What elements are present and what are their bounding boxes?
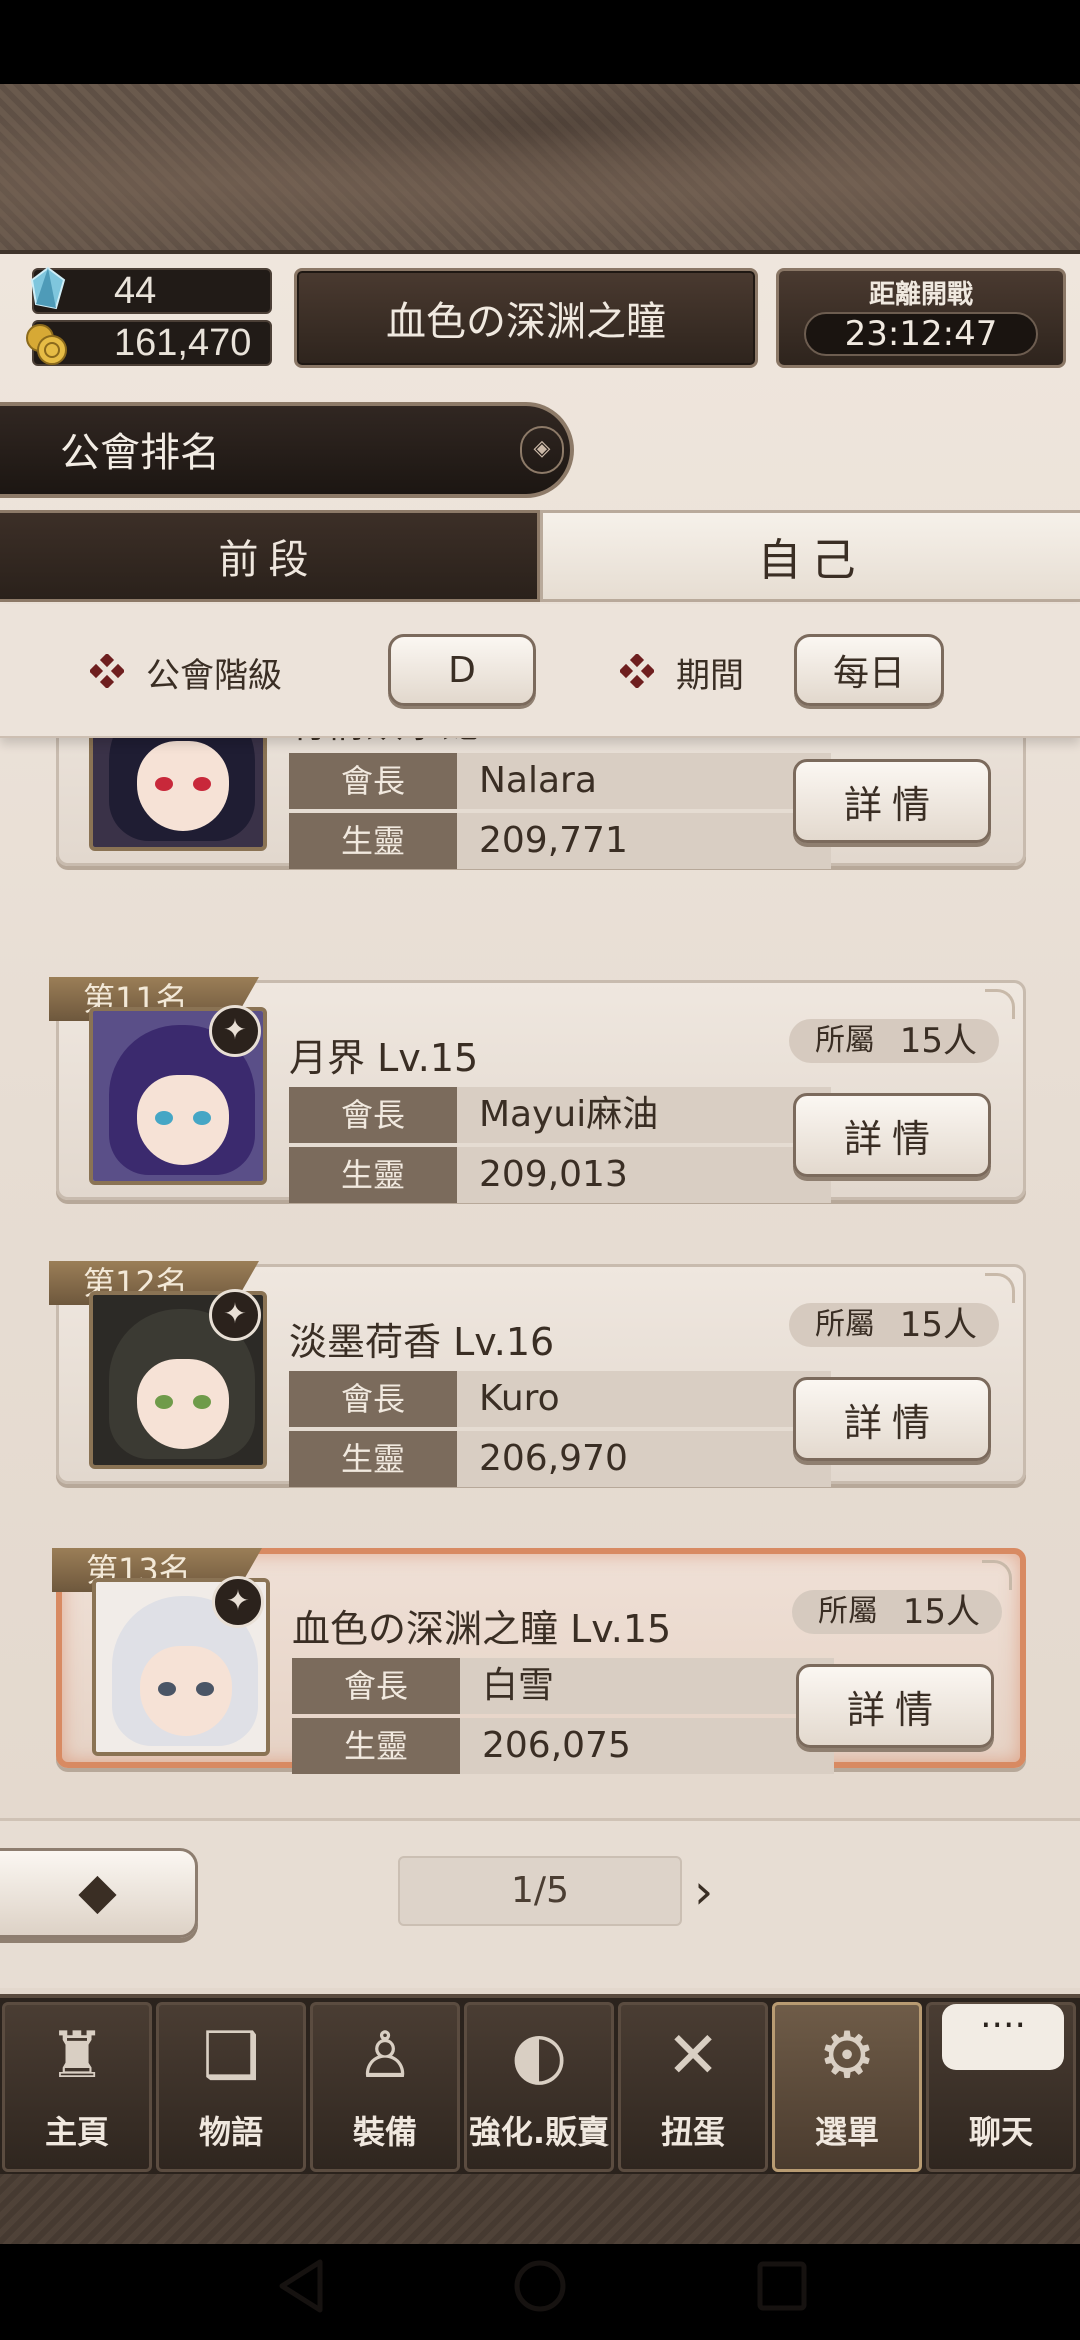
member-count-badge: 所屬 15人: [789, 1019, 999, 1063]
leader-label: 會長: [289, 1087, 457, 1143]
gem-icon: [30, 266, 66, 310]
guild-card: ✦ 有情飲水飽 Lv.16 所屬 15人 會長 Nalara 生靈 209,77…: [56, 738, 1026, 869]
mask-icon: ◐: [511, 2019, 567, 2093]
next-page-button[interactable]: ›: [694, 1864, 713, 1920]
guild-card: 第13名 ✦ 血色の深渊之瞳 Lv.15 所屬 15人 會長 白雪 生靈 206…: [52, 1548, 1026, 1774]
details-button[interactable]: 詳情: [793, 759, 991, 843]
corner-ornament: [982, 1560, 1012, 1590]
nav-item-label: 強化.販賣: [468, 2113, 610, 2151]
tab-own-ranking[interactable]: 自己: [540, 510, 1080, 602]
spirit-label: 生靈: [289, 1431, 457, 1487]
nav-item[interactable]: ♙ 裝備: [310, 2002, 460, 2172]
leader-label: 會長: [289, 1371, 457, 1427]
nav-item-label: 聊天: [968, 2113, 1033, 2151]
shield-icon: ✦: [209, 1289, 261, 1341]
leader-name: Mayui麻油: [457, 1087, 831, 1143]
diamond-bullet-icon: [620, 654, 654, 688]
hammer-icon: ✦: [212, 1576, 264, 1628]
period-select[interactable]: 每日: [794, 634, 944, 706]
own-guild-name: 血色の深渊之瞳: [386, 299, 666, 345]
member-count: 15人: [902, 1592, 980, 1632]
guild-name: 月界 Lv.15: [289, 1036, 479, 1080]
nav-item[interactable]: ❑ 物語: [156, 2002, 306, 2172]
spirit-value: 206,970: [457, 1431, 831, 1487]
gem-counter: 44: [32, 268, 272, 314]
nav-item[interactable]: ✕ 扭蛋: [618, 2002, 768, 2172]
members-label: 所屬: [818, 1594, 878, 1629]
castle-icon: ♜: [48, 2019, 106, 2093]
guild-card: 第11名 ✦ 月界 Lv.15 所屬 15人 會長 Mayui麻油 生靈 209…: [49, 977, 1026, 1203]
guild-name: 有情飲水飽 Lv.16: [289, 738, 592, 748]
members-label: 所屬: [815, 1307, 875, 1342]
gem-count: 44: [114, 270, 157, 312]
page-indicator: 1/5: [398, 1856, 682, 1926]
details-button[interactable]: 詳情: [793, 1093, 991, 1177]
nav-item-label: 扭蛋: [660, 2113, 725, 2151]
guild-card: 第12名 ✦ 淡墨荷香 Lv.16 所屬 15人 會長 Kuro 生靈 206,…: [49, 1261, 1026, 1487]
members-label: 所屬: [815, 1023, 875, 1058]
book-icon: ❑: [202, 2019, 260, 2093]
guild-name: 血色の深渊之瞳 Lv.15: [292, 1607, 672, 1651]
tab-top-ranking-label: 前段: [218, 537, 319, 583]
details-button[interactable]: 詳情: [796, 1664, 994, 1748]
nav-item-label: 主頁: [44, 2113, 109, 2151]
section-toggle-icon[interactable]: ◈: [520, 426, 564, 474]
battle-countdown-label: 距離開戰: [868, 280, 973, 310]
sword-icon: ✦: [209, 1005, 261, 1057]
status-bar: [0, 0, 1080, 84]
guild-ranking-list[interactable]: ✦ 有情飲水飽 Lv.16 所屬 15人 會長 Nalara 生靈 209,77…: [0, 738, 1080, 1818]
leader-name: 白雪: [460, 1658, 834, 1714]
period-value: 每日: [832, 653, 905, 694]
guild-name: 淡墨荷香 Lv.16: [289, 1320, 555, 1364]
coin-icon: [26, 324, 67, 365]
period-label: 期間: [676, 656, 744, 696]
guild-leader-avatar: [89, 738, 267, 851]
gears-icon: ⚙: [818, 2019, 876, 2093]
leader-name: Kuro: [457, 1371, 831, 1427]
spirit-label: 生靈: [292, 1718, 460, 1774]
prev-page-button[interactable]: ◆: [0, 1848, 198, 1938]
member-count: 15人: [899, 1305, 977, 1345]
recents-icon[interactable]: [756, 2260, 808, 2312]
member-count-badge: 所屬 15人: [789, 1303, 999, 1347]
own-guild-name-button[interactable]: 血色の深渊之瞳: [294, 268, 758, 368]
member-count: 15人: [899, 1021, 977, 1061]
tab-own-ranking-label: 自己: [757, 535, 866, 586]
nav-item-label: 物語: [198, 2113, 263, 2151]
guild-rank-value: D: [448, 649, 476, 691]
tab-top-ranking[interactable]: 前段: [0, 510, 540, 602]
spirit-value: 206,075: [460, 1718, 834, 1774]
crossed-swords-icon: ✕: [666, 2019, 720, 2093]
nav-item-label: 選單: [814, 2113, 879, 2151]
battle-countdown-timer: 23:12:47: [804, 312, 1038, 356]
spirit-value: 209,771: [457, 813, 831, 869]
guild-rank-select[interactable]: D: [388, 634, 536, 706]
member-count-badge: 所屬 15人: [792, 1590, 1002, 1634]
section-title: 公會排名: [60, 430, 220, 476]
diamond-bullet-icon: [90, 654, 124, 688]
nav-item[interactable]: ◐ 強化.販賣: [464, 2002, 614, 2172]
system-nav-bar: [0, 2184, 1080, 2340]
details-button[interactable]: 詳情: [793, 1377, 991, 1461]
corner-ornament: [985, 989, 1015, 1019]
leader-name: Nalara: [457, 753, 831, 809]
chat-bubble-icon: ····: [942, 2004, 1064, 2070]
nav-item[interactable]: ⚙ 選單: [772, 2002, 922, 2172]
nav-item-label: 裝備: [352, 2113, 417, 2151]
leader-label: 會長: [292, 1658, 460, 1714]
leader-label: 會長: [289, 753, 457, 809]
nav-item[interactable]: ♜ 主頁: [2, 2002, 152, 2172]
guild-rank-label: 公會階級: [146, 656, 282, 696]
back-icon[interactable]: [276, 2258, 326, 2314]
puppet-icon: ♙: [356, 2019, 414, 2093]
corner-ornament: [985, 1273, 1015, 1303]
home-icon[interactable]: [512, 2258, 568, 2314]
ornate-header-decoration: [0, 84, 1080, 254]
spirit-label: 生靈: [289, 813, 457, 869]
coin-count: 161,470: [114, 322, 252, 364]
spirit-label: 生靈: [289, 1147, 457, 1203]
spirit-value: 209,013: [457, 1147, 831, 1203]
